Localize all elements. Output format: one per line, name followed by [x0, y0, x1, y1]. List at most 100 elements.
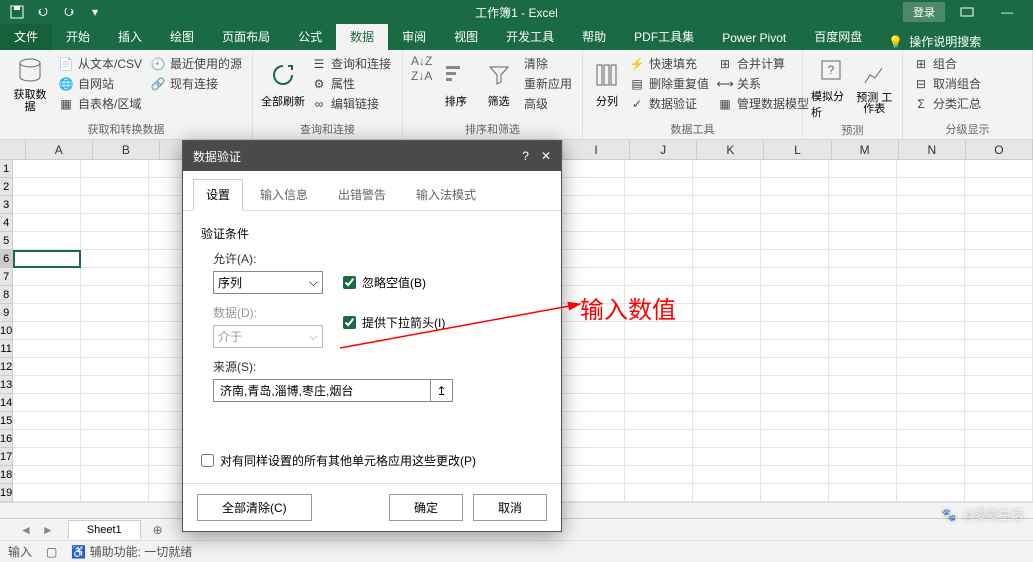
reapply-button[interactable]: 重新应用 [522, 74, 574, 93]
from-csv-button[interactable]: 📄从文本/CSV [56, 54, 144, 73]
row-12[interactable]: 12 [0, 358, 13, 376]
group-rows-button[interactable]: ⊞组合 [911, 54, 983, 73]
undo-icon[interactable] [32, 2, 54, 22]
row-2[interactable]: 2 [0, 178, 13, 196]
remove-dup-button[interactable]: ▤删除重复值 [627, 74, 711, 93]
clear-all-button[interactable]: 全部清除(C) [197, 494, 312, 521]
close-icon[interactable]: ✕ [541, 149, 551, 163]
tab-pdf[interactable]: PDF工具集 [620, 23, 708, 50]
file-tab[interactable]: 文件 [0, 23, 52, 50]
get-data-button[interactable]: 获取数 据 [8, 54, 52, 113]
forecast-button[interactable]: 预测 工作表 [855, 54, 895, 120]
clear-filter-button[interactable]: 清除 [522, 54, 574, 73]
tab-home[interactable]: 开始 [52, 23, 104, 50]
filter-button[interactable]: 筛选 [479, 54, 518, 113]
flash-fill-button[interactable]: ⚡快速填充 [627, 54, 711, 73]
dialog-titlebar[interactable]: 数据验证 ? ✕ [183, 141, 561, 171]
dlg-tab-error[interactable]: 出错警告 [325, 179, 399, 210]
tab-view[interactable]: 视图 [440, 23, 492, 50]
allow-select[interactable]: 序列 ⌵ [213, 271, 323, 294]
ignore-blank-checkbox[interactable]: 忽略空值(B) [343, 274, 426, 291]
row-3[interactable]: 3 [0, 196, 13, 214]
qat-dropdown-icon[interactable]: ▾ [84, 2, 106, 22]
row-6[interactable]: 6 [0, 250, 13, 268]
text-to-columns-button[interactable]: 分列 [591, 54, 623, 113]
col-N[interactable]: N [899, 140, 966, 159]
row-19[interactable]: 19 [0, 484, 13, 502]
redo-icon[interactable] [58, 2, 80, 22]
row-9[interactable]: 9 [0, 304, 13, 322]
row-15[interactable]: 15 [0, 412, 13, 430]
row-11[interactable]: 11 [0, 340, 13, 358]
minimize-icon[interactable]: — [989, 2, 1025, 22]
relationships-button[interactable]: ⟷关系 [715, 74, 811, 93]
tab-powerpivot[interactable]: Power Pivot [708, 26, 800, 50]
dlg-tab-ime[interactable]: 输入法模式 [403, 179, 489, 210]
login-button[interactable]: 登录 [903, 2, 945, 22]
col-O[interactable]: O [966, 140, 1033, 159]
properties-button[interactable]: ⚙属性 [309, 74, 393, 93]
data-validation-button[interactable]: ✓数据验证 [627, 94, 711, 113]
row-8[interactable]: 8 [0, 286, 13, 304]
tab-draw[interactable]: 绘图 [156, 23, 208, 50]
data-model-button[interactable]: ▦管理数据模型 [715, 94, 811, 113]
advanced-button[interactable]: 高级 [522, 94, 574, 113]
dlg-tab-input[interactable]: 输入信息 [247, 179, 321, 210]
sort-az-button[interactable]: A↓Z [411, 54, 432, 68]
dlg-tab-settings[interactable]: 设置 [193, 179, 243, 211]
source-input[interactable] [213, 379, 431, 402]
row-4[interactable]: 4 [0, 214, 13, 232]
row-13[interactable]: 13 [0, 376, 13, 394]
add-sheet-icon[interactable]: ⊕ [143, 523, 173, 537]
ribbon-display-icon[interactable] [949, 2, 985, 22]
col-L[interactable]: L [764, 140, 831, 159]
tab-review[interactable]: 审阅 [388, 23, 440, 50]
col-K[interactable]: K [697, 140, 764, 159]
row-18[interactable]: 18 [0, 466, 13, 484]
tab-baidu[interactable]: 百度网盘 [800, 23, 876, 50]
apply-all-checkbox[interactable]: 对有同样设置的所有其他单元格应用这些更改(P) [201, 452, 543, 469]
tell-me[interactable]: 💡 操作说明搜索 [876, 33, 993, 50]
col-M[interactable]: M [832, 140, 899, 159]
row-5[interactable]: 5 [0, 232, 13, 250]
existing-conn-button[interactable]: 🔗现有连接 [148, 74, 244, 93]
range-selector-icon[interactable]: ↥ [431, 379, 453, 402]
whatif-button[interactable]: ? 模拟分析 [811, 54, 851, 120]
col-B[interactable]: B [93, 140, 160, 159]
col-I[interactable]: I [563, 140, 630, 159]
macro-record-icon[interactable]: ▢ [46, 545, 57, 559]
row-10[interactable]: 10 [0, 322, 13, 340]
from-table-button[interactable]: ▦自表格/区域 [56, 94, 144, 113]
subtotal-button[interactable]: Σ分类汇总 [911, 94, 983, 113]
row-7[interactable]: 7 [0, 268, 13, 286]
tab-layout[interactable]: 页面布局 [208, 23, 284, 50]
queries-button[interactable]: ☰查询和连接 [309, 54, 393, 73]
save-icon[interactable] [6, 2, 28, 22]
sheet-tab-1[interactable]: Sheet1 [68, 520, 141, 539]
row-1[interactable]: 1 [0, 160, 13, 178]
help-icon[interactable]: ? [522, 149, 529, 163]
sort-za-button[interactable]: Z↓A [411, 69, 432, 83]
tab-insert[interactable]: 插入 [104, 23, 156, 50]
tab-data[interactable]: 数据 [336, 23, 388, 50]
sort-button[interactable]: 排序 [436, 54, 475, 113]
row-16[interactable]: 16 [0, 430, 13, 448]
ungroup-button[interactable]: ⊟取消组合 [911, 74, 983, 93]
ok-button[interactable]: 确定 [389, 494, 463, 521]
row-17[interactable]: 17 [0, 448, 13, 466]
sheet-nav-prev-icon[interactable]: ◄ [20, 523, 32, 537]
col-A[interactable]: A [26, 140, 93, 159]
edit-links-button[interactable]: ∞编辑链接 [309, 94, 393, 113]
sheet-nav-next-icon[interactable]: ► [42, 523, 54, 537]
tab-help[interactable]: 帮助 [568, 23, 620, 50]
consolidate-button[interactable]: ⊞合并计算 [715, 54, 811, 73]
recent-sources-button[interactable]: 🕘最近使用的源 [148, 54, 244, 73]
row-14[interactable]: 14 [0, 394, 13, 412]
col-J[interactable]: J [630, 140, 697, 159]
from-web-button[interactable]: 🌐自网站 [56, 74, 144, 93]
select-all-corner[interactable] [0, 140, 26, 159]
cancel-button[interactable]: 取消 [473, 494, 547, 521]
tab-developer[interactable]: 开发工具 [492, 23, 568, 50]
tab-formulas[interactable]: 公式 [284, 23, 336, 50]
refresh-all-button[interactable]: 全部刷新 [261, 54, 305, 113]
